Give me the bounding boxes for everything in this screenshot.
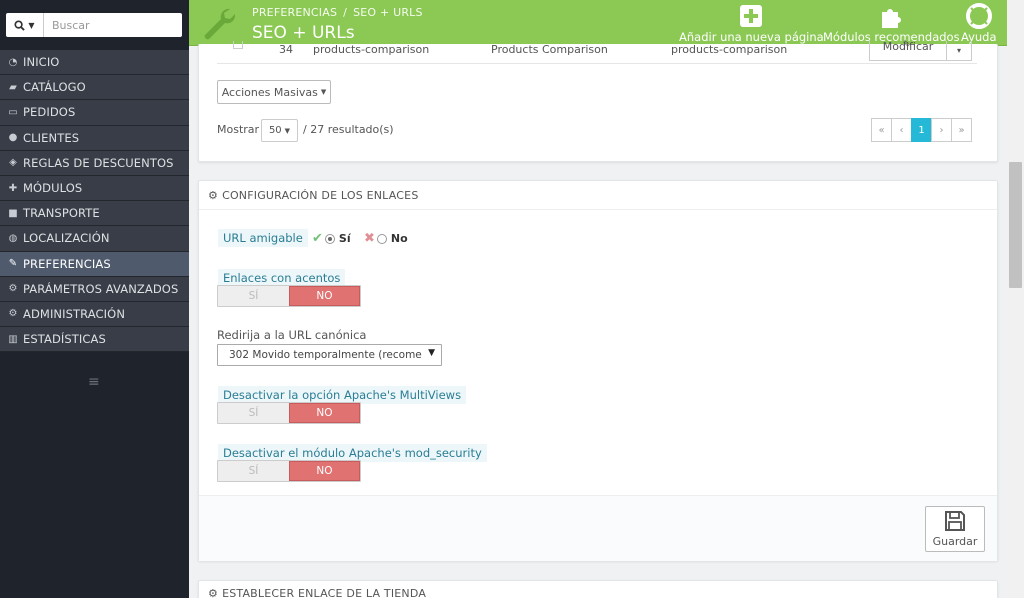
- breadcrumb-preferencias[interactable]: PREFERENCIAS: [252, 6, 337, 19]
- close-icon: ✖: [364, 231, 375, 246]
- panel-heading: ⚙ CONFIGURACIÓN DE LOS ENLACES: [199, 181, 997, 210]
- row-edit-button[interactable]: ✎ Modificar: [869, 40, 947, 61]
- friendly-url-no[interactable]: ✖ No: [364, 231, 408, 246]
- panel-heading: ⚙ ESTABLECER ENLACE DE LA TIENDA: [208, 587, 427, 598]
- table-row: 34 products-comparison Products Comparis…: [217, 40, 977, 64]
- seo-list-panel: 34 products-comparison Products Comparis…: [198, 40, 998, 162]
- caret-down-icon: ▼: [284, 126, 291, 135]
- sidebar-item-parametros[interactable]: ⚙ PARÁMETROS AVANZADOS: [0, 276, 189, 302]
- toggle-yes[interactable]: SÍ: [218, 286, 289, 306]
- sidebar-item-administracion[interactable]: ⚙ ADMINISTRACIÓN: [0, 301, 189, 328]
- toggle-no[interactable]: NO: [288, 286, 360, 306]
- caret-down-icon: ▼: [28, 20, 35, 30]
- canonical-redirect-label: Redirija a la URL canónica: [217, 328, 367, 342]
- friendly-url-yes[interactable]: ✔ Sí: [312, 231, 351, 246]
- main-menu: ◔ INICIO ▰ CATÁLOGO ▭ PEDIDOS ● CLIENTES ◈ RE…: [0, 50, 189, 353]
- sidebar-item-pedidos[interactable]: ▭ PEDIDOS: [0, 100, 189, 126]
- bulk-actions-button[interactable]: Acciones Masivas ▼: [217, 80, 331, 104]
- truck-icon: ■: [8, 207, 18, 219]
- mod-security-toggle: SÍ NO: [217, 460, 361, 482]
- toggle-no[interactable]: NO: [288, 403, 360, 423]
- wrench-icon: ✎: [8, 258, 18, 270]
- row-id: 34: [279, 43, 293, 56]
- gear-icon: ⚙: [8, 308, 18, 320]
- row-checkbox[interactable]: [233, 41, 243, 49]
- search-input[interactable]: [44, 18, 174, 32]
- globe-icon: ◍: [8, 232, 18, 244]
- scroll-thumb[interactable]: [1009, 162, 1022, 288]
- sidebar-item-reglas[interactable]: ◈ REGLAS DE DESCUENTOS: [0, 150, 189, 176]
- tags-icon: ◈: [9, 157, 17, 169]
- sidebar-item-preferencias[interactable]: ✎ PREFERENCIAS: [0, 251, 189, 277]
- help-button[interactable]: Ayuda: [961, 3, 997, 44]
- page-first-button[interactable]: «: [871, 118, 892, 142]
- caret-down-icon: ▼: [320, 88, 327, 96]
- breadcrumb: PREFERENCIAS / SEO + URLS: [252, 6, 423, 19]
- pagination: « ‹ 1 › »: [871, 118, 972, 142]
- per-page-select[interactable]: 50 ▼: [261, 119, 298, 142]
- sidebar-item-estadisticas[interactable]: ▥ ESTADÍSTICAS: [0, 327, 189, 353]
- users-icon: ●: [8, 132, 18, 144]
- sidebar-item-catalogo[interactable]: ▰ CATÁLOGO: [0, 75, 189, 101]
- wrench-icon: [204, 8, 236, 40]
- save-icon: [945, 511, 965, 531]
- page-prev-button[interactable]: ‹: [891, 118, 912, 142]
- breadcrumb-separator: /: [343, 6, 348, 19]
- friendly-url-label: URL amigable: [218, 229, 308, 247]
- recommended-modules-button[interactable]: Módulos recomendados: [823, 4, 960, 44]
- page-next-button[interactable]: ›: [931, 118, 952, 142]
- sidebar: ▼ ◔INICIO ▰CATÁLOGO ▭PEDIDOS ●CLIENTES ◈…: [0, 0, 189, 598]
- search-icon: [14, 19, 26, 31]
- row-actions-dropdown[interactable]: ▾: [946, 41, 972, 61]
- tachometer-icon: ◔: [8, 56, 18, 68]
- page-current-button[interactable]: 1: [911, 118, 932, 142]
- sidebar-item-localizacion[interactable]: ◍ LOCALIZACIÓN: [0, 226, 189, 252]
- add-page-button[interactable]: Añadir una nueva página: [679, 4, 824, 44]
- plus-square-icon: [740, 5, 763, 27]
- puzzle-icon: ✚: [8, 182, 18, 194]
- radio-button[interactable]: [376, 233, 387, 244]
- toggle-no[interactable]: NO: [288, 461, 360, 481]
- sidebar-item-inicio[interactable]: ◔ INICIO: [0, 50, 189, 76]
- breadcrumb-seo[interactable]: SEO + URLS: [353, 6, 423, 19]
- row-title: Products Comparison: [491, 43, 608, 56]
- collapse-menu-icon[interactable]: ≡: [88, 374, 100, 390]
- shop-link-panel: ⚙ ESTABLECER ENLACE DE LA TIENDA: [198, 580, 998, 598]
- page-scrollbar[interactable]: [1007, 0, 1024, 598]
- accented-links-toggle: SÍ NO: [217, 285, 361, 307]
- page-title: SEO + URLs: [252, 23, 355, 43]
- caret-down-icon: ▼: [428, 348, 435, 358]
- credit-card-icon: ▭: [8, 106, 18, 118]
- puzzle-icon: [882, 9, 902, 28]
- save-button[interactable]: Guardar: [925, 506, 985, 552]
- cogs-icon: ⚙: [208, 587, 219, 598]
- sidebar-item-clientes[interactable]: ● CLIENTES: [0, 125, 189, 151]
- radio-button[interactable]: [324, 233, 335, 244]
- toggle-yes[interactable]: SÍ: [218, 461, 289, 481]
- check-icon: ✔: [312, 231, 323, 246]
- life-ring-icon: [965, 3, 992, 29]
- cogs-icon: ⚙: [8, 283, 18, 295]
- canonical-redirect-select[interactable]: 302 Movido temporalmente (recome ▼: [217, 344, 442, 366]
- row-rewrite: products-comparison: [671, 43, 788, 56]
- show-label: Mostrar: [217, 123, 260, 136]
- search-type-button[interactable]: ▼: [6, 13, 44, 37]
- links-config-panel: ⚙ CONFIGURACIÓN DE LOS ENLACES URL amiga…: [198, 180, 998, 561]
- multiviews-toggle: SÍ NO: [217, 402, 361, 424]
- book-icon: ▰: [9, 81, 17, 93]
- results-count: / 27 resultado(s): [303, 123, 394, 136]
- row-page: products-comparison: [313, 43, 430, 56]
- toggle-yes[interactable]: SÍ: [218, 403, 289, 423]
- cogs-icon: ⚙: [208, 188, 219, 202]
- bar-chart-icon: ▥: [8, 333, 18, 345]
- search-box: ▼: [6, 13, 182, 37]
- sidebar-item-modulos[interactable]: ✚ MÓDULOS: [0, 175, 189, 202]
- page-last-button[interactable]: »: [951, 118, 972, 142]
- sidebar-item-transporte[interactable]: ■ TRANSPORTE: [0, 201, 189, 227]
- panel-footer: Guardar: [199, 495, 997, 561]
